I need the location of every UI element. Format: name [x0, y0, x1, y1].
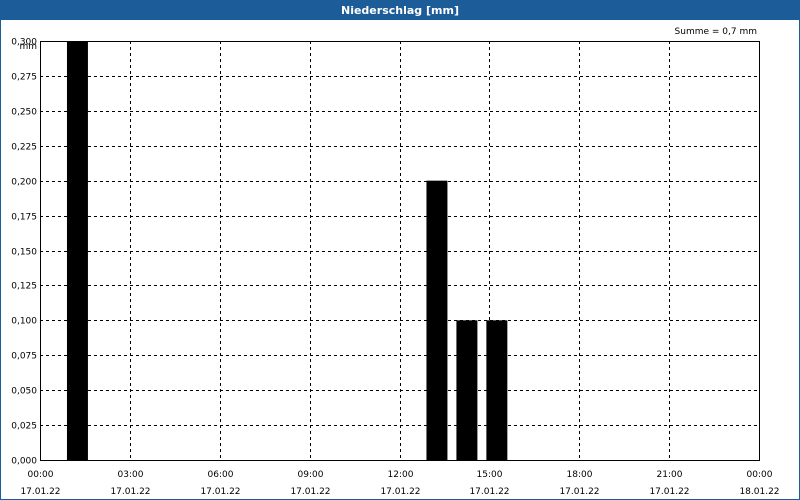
chart-window: Niederschlag [mm] 0,000 0,025 0,050 0,075 0,… — [0, 0, 800, 500]
x-tick-time-label: 00:00 — [28, 470, 54, 480]
x-tick-date-label: 17.01.22 — [559, 487, 599, 497]
y-tick-label: 0,200 — [11, 178, 37, 188]
sum-annotation: Summe = 0,7 mm — [675, 27, 757, 37]
x-tick-time-label: 03:00 — [118, 470, 144, 480]
y-tick-label: 0,250 — [11, 108, 37, 118]
y-tick-label: 0,100 — [11, 317, 37, 327]
y-axis-unit-label: mm — [19, 42, 37, 52]
x-tick-time-label: 00:00 — [747, 470, 773, 480]
y-tick-label: 0,275 — [11, 73, 37, 83]
x-tick-time-label: 15:00 — [477, 470, 503, 480]
x-tick-time-label: 18:00 — [567, 470, 593, 480]
grid-lines — [40, 41, 759, 460]
x-tick-date-label: 17.01.22 — [200, 487, 240, 497]
x-tick-time-label: 12:00 — [388, 470, 414, 480]
x-tick-time-label: 21:00 — [657, 470, 683, 480]
bar — [456, 320, 478, 460]
bar — [426, 180, 448, 460]
x-tick-date-label: 18.01.22 — [739, 487, 779, 497]
x-tick-time-label: 09:00 — [298, 470, 324, 480]
y-tick-label: 0,225 — [11, 143, 37, 153]
y-tick-label: 0,050 — [11, 387, 37, 397]
bars — [66, 41, 508, 460]
x-axis-ticks: 00:00 17.01.22 03:00 17.01.22 06:00 17.01.22 0… — [20, 470, 779, 497]
bar — [486, 320, 508, 460]
y-axis-ticks: 0,000 0,025 0,050 0,075 0,100 0,125 0,150 0,175… — [11, 38, 37, 467]
precipitation-chart: 0,000 0,025 0,050 0,075 0,100 0,125 0,150 0,175… — [11, 27, 779, 497]
y-tick-label: 0,150 — [11, 248, 37, 258]
x-tick-date-label: 17.01.22 — [380, 487, 420, 497]
y-tick-label: 0,075 — [11, 352, 37, 362]
bar — [66, 41, 88, 460]
y-tick-label: 0,175 — [11, 213, 37, 223]
x-tick-date-label: 17.01.22 — [469, 487, 509, 497]
x-tick-date-label: 17.01.22 — [649, 487, 689, 497]
x-tick-date-label: 17.01.22 — [290, 487, 330, 497]
x-tick-time-label: 06:00 — [208, 470, 234, 480]
y-tick-label: 0,000 — [11, 457, 37, 467]
x-tick-date-label: 17.01.22 — [20, 487, 60, 497]
y-tick-label: 0,125 — [11, 282, 37, 292]
y-tick-label: 0,025 — [11, 422, 37, 432]
x-tick-date-label: 17.01.22 — [110, 487, 150, 497]
